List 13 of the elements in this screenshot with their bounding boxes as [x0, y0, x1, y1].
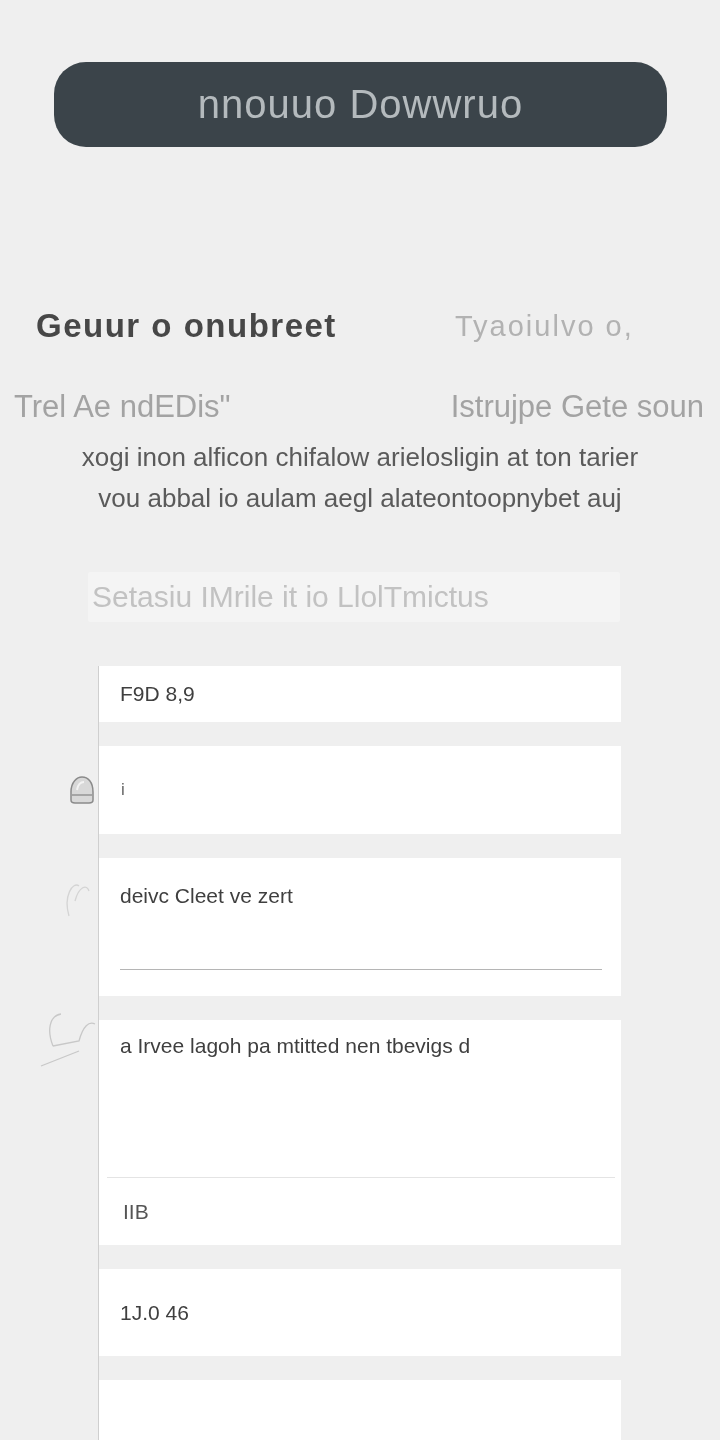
description-text: xogi inon alficon chifalow arielosligin at ton tarier vou abbal io aulam aegl alateontoopnybet auj — [80, 441, 640, 516]
card-text: 1J.0 46 — [120, 1300, 189, 1325]
section-title: Geuur o onubreet — [36, 307, 337, 346]
card-text: i — [121, 780, 125, 800]
card-text: a Irvee lagoh pa mtitted nen tbevigs d — [120, 1034, 471, 1057]
card-text: F9D 8,9 — [120, 682, 195, 706]
field-label: deivc Cleet ve zert — [120, 884, 294, 908]
card-footer-text: IIB — [123, 1199, 149, 1224]
subtitle: Trel Ae ndEDis" — [14, 389, 231, 426]
section-note: Tyaoiulvo o, — [455, 309, 634, 343]
marker-icon — [69, 776, 95, 804]
subtitle: Istrujpe Gete soun — [450, 389, 704, 426]
download-button[interactable]: nnouuo Dowwruo — [54, 62, 667, 148]
